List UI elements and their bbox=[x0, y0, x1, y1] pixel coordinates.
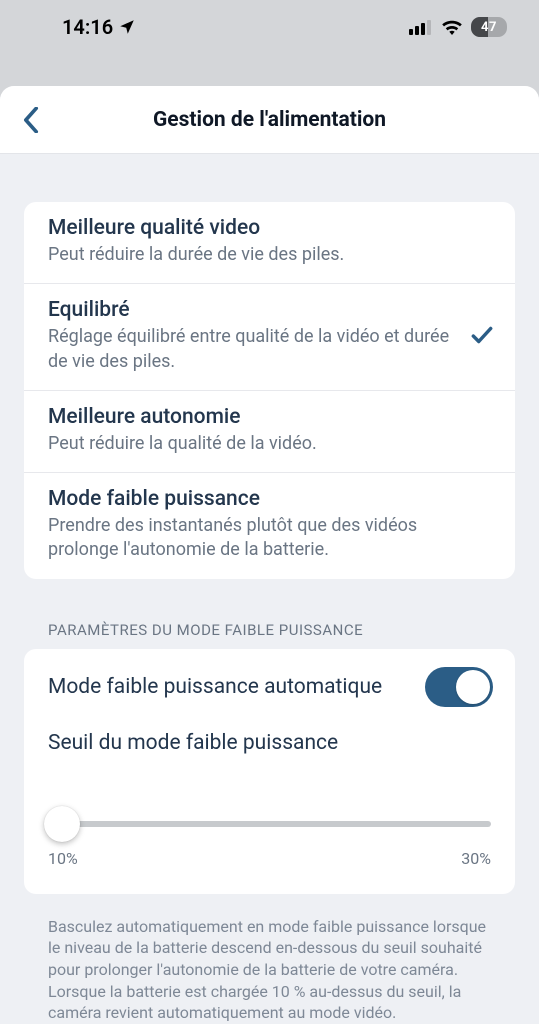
option-desc: Prendre des instantanés plutôt que des v… bbox=[48, 514, 491, 563]
threshold-label: Seuil du mode faible puissance bbox=[24, 727, 515, 755]
option-title: Meilleure autonomie bbox=[48, 405, 491, 429]
settings-sheet: Gestion de l'alimentation Meilleure qual… bbox=[0, 86, 539, 1024]
page-title: Gestion de l'alimentation bbox=[153, 108, 386, 132]
power-options-card: Meilleure qualité video Peut réduire la … bbox=[24, 202, 515, 579]
option-desc: Peut réduire la qualité de la vidéo. bbox=[48, 432, 491, 456]
threshold-slider-area bbox=[24, 755, 515, 827]
status-left: 14:16 bbox=[62, 15, 136, 39]
battery-level: 47 bbox=[481, 20, 497, 35]
slider-range-labels: 10% 30% bbox=[24, 827, 515, 868]
option-title: Equilibré bbox=[48, 298, 491, 322]
option-title: Mode faible puissance bbox=[48, 487, 491, 511]
status-time: 14:16 bbox=[62, 15, 113, 39]
sheet-header: Gestion de l'alimentation bbox=[0, 86, 539, 154]
auto-low-power-row: Mode faible puissance automatique bbox=[24, 649, 515, 727]
toggle-knob bbox=[456, 670, 490, 704]
slider-thumb[interactable] bbox=[44, 806, 80, 842]
location-icon bbox=[118, 18, 136, 36]
threshold-slider[interactable] bbox=[48, 821, 491, 827]
auto-low-power-toggle[interactable] bbox=[425, 667, 493, 707]
auto-low-power-label: Mode faible puissance automatique bbox=[48, 675, 382, 699]
back-button[interactable] bbox=[16, 100, 46, 140]
battery-icon: 47 bbox=[471, 17, 507, 37]
checkmark-icon bbox=[469, 322, 495, 352]
status-bar: 14:16 47 bbox=[0, 0, 539, 54]
slider-max-label: 30% bbox=[461, 849, 491, 868]
option-desc: Peut réduire la durée de vie des piles. bbox=[48, 243, 491, 267]
option-balanced[interactable]: Equilibré Réglage équilibré entre qualit… bbox=[24, 284, 515, 391]
footnote: Basculez automatiquement en mode faible … bbox=[24, 894, 515, 1024]
option-low-power[interactable]: Mode faible puissance Prendre des instan… bbox=[24, 473, 515, 579]
low-power-settings-card: Mode faible puissance automatique Seuil … bbox=[24, 649, 515, 894]
option-best-battery[interactable]: Meilleure autonomie Peut réduire la qual… bbox=[24, 391, 515, 473]
slider-min-label: 10% bbox=[48, 849, 78, 868]
option-title: Meilleure qualité video bbox=[48, 216, 491, 240]
status-right: 47 bbox=[409, 17, 507, 37]
wifi-icon bbox=[441, 19, 463, 35]
section-label: PARAMÈTRES DU MODE FAIBLE PUISSANCE bbox=[48, 621, 515, 639]
cellular-signal-icon bbox=[409, 19, 433, 35]
option-desc: Réglage équilibré entre qualité de la vi… bbox=[48, 325, 491, 374]
option-best-video[interactable]: Meilleure qualité video Peut réduire la … bbox=[24, 202, 515, 284]
